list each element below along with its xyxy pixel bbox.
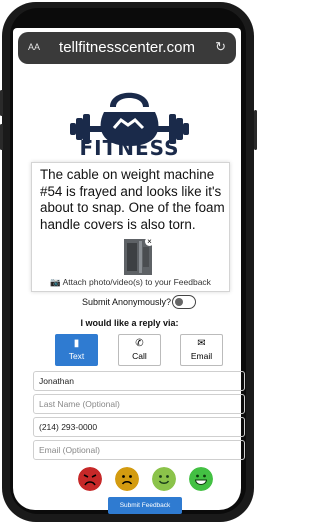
toggle-knob — [175, 297, 183, 306]
happy-face-icon[interactable] — [152, 467, 176, 491]
reply-text-label: Text — [68, 351, 85, 361]
sad-face-icon[interactable] — [115, 467, 139, 491]
first-name-input[interactable]: Jonathan — [33, 371, 245, 391]
camera-icon: 📷 — [50, 277, 61, 287]
envelope-icon: ✉ — [197, 338, 206, 349]
browser-address-bar[interactable]: AA tellfitnesscenter.com ↻ — [18, 32, 236, 64]
very-happy-face-icon[interactable] — [189, 467, 213, 491]
reply-call-label: Call — [132, 351, 147, 361]
reply-heading: I would like a reply via: — [80, 318, 179, 328]
last-name-input[interactable]: Last Name (Optional) — [33, 394, 245, 414]
attach-label: Attach photo/video(s) to your Feedback — [62, 277, 211, 287]
phone-icon: ✆ — [135, 338, 144, 349]
feedback-textarea[interactable]: The cable on weight machine #54 is fraye… — [31, 162, 230, 292]
attach-media-link[interactable]: 📷 Attach photo/video(s) to your Feedback — [32, 277, 229, 288]
attached-photo-thumbnail[interactable]: × — [124, 237, 154, 275]
anonymous-label: Submit Anonymously? — [82, 297, 172, 307]
submit-feedback-button[interactable]: Submit Feedback — [108, 497, 182, 514]
feedback-text[interactable]: The cable on weight machine #54 is fraye… — [40, 167, 226, 233]
angry-face-icon[interactable] — [78, 467, 102, 491]
remove-attachment-icon[interactable]: × — [145, 237, 154, 246]
chat-icon: ▮ — [73, 338, 80, 349]
reply-call-button[interactable]: ✆ Call — [118, 334, 161, 366]
brand-name: FITNESS — [79, 136, 180, 160]
reply-email-label: Email — [190, 351, 213, 361]
anonymous-toggle[interactable] — [172, 295, 196, 309]
phone-input[interactable]: (214) 293-0000 — [33, 417, 245, 437]
url-text[interactable]: tellfitnesscenter.com — [18, 39, 236, 56]
reply-email-button[interactable]: ✉ Email — [180, 334, 223, 366]
reload-icon[interactable]: ↻ — [215, 39, 226, 55]
reply-text-button[interactable]: ▮ Text — [55, 334, 98, 366]
email-input[interactable]: Email (Optional) — [33, 440, 245, 460]
